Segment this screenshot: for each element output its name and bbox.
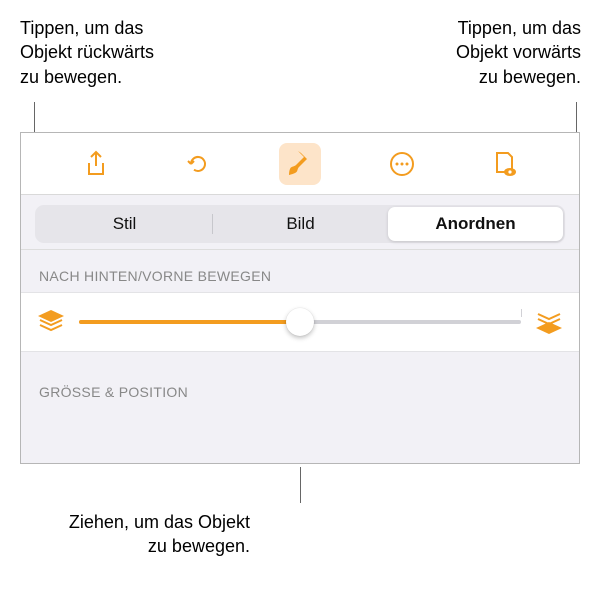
more-button[interactable] xyxy=(381,143,423,185)
callout-drag: Ziehen, um das Objekt zu bewegen. xyxy=(18,510,250,559)
slider-fill xyxy=(79,320,300,324)
undo-button[interactable] xyxy=(177,143,219,185)
presenter-button[interactable] xyxy=(483,143,525,185)
share-button[interactable] xyxy=(75,143,117,185)
callout-backward: Tippen, um das Objekt rückwärts zu beweg… xyxy=(20,16,245,89)
more-icon xyxy=(388,150,416,178)
undo-icon xyxy=(184,150,212,178)
slider-tick xyxy=(521,309,522,317)
layer-slider[interactable] xyxy=(79,307,521,337)
move-backward-button[interactable] xyxy=(37,308,65,336)
section-header-layering: Nach hinten/vorne bewegen xyxy=(21,250,579,292)
tab-label: Anordnen xyxy=(435,214,515,234)
move-forward-button[interactable] xyxy=(535,308,563,336)
inspector-panel: Stil Bild Anordnen Nach hinten/vorne bew… xyxy=(20,132,580,464)
leader-line xyxy=(576,102,577,132)
layers-front-icon xyxy=(536,310,562,334)
format-button[interactable] xyxy=(279,143,321,185)
leader-line xyxy=(34,102,35,132)
top-toolbar xyxy=(21,133,579,195)
tab-arrange[interactable]: Anordnen xyxy=(388,207,563,241)
paintbrush-icon xyxy=(287,149,313,179)
segmented-control: Stil Bild Anordnen xyxy=(35,205,565,243)
arrange-panel: Nach hinten/vorne bewegen xyxy=(21,250,579,464)
leader-line xyxy=(300,467,301,503)
document-eye-icon xyxy=(490,150,518,178)
tab-style[interactable]: Stil xyxy=(37,207,212,241)
share-icon xyxy=(84,150,108,178)
layer-slider-row xyxy=(21,292,579,352)
segmented-control-wrap: Stil Bild Anordnen xyxy=(21,195,579,250)
layers-back-icon xyxy=(38,310,64,334)
section-header-size: Größe & Position xyxy=(21,352,579,408)
tab-label: Bild xyxy=(286,214,314,234)
tab-image[interactable]: Bild xyxy=(213,207,388,241)
callout-forward: Tippen, um das Objekt vorwärts zu bewege… xyxy=(356,16,581,89)
slider-thumb[interactable] xyxy=(286,308,314,336)
tab-label: Stil xyxy=(113,214,137,234)
